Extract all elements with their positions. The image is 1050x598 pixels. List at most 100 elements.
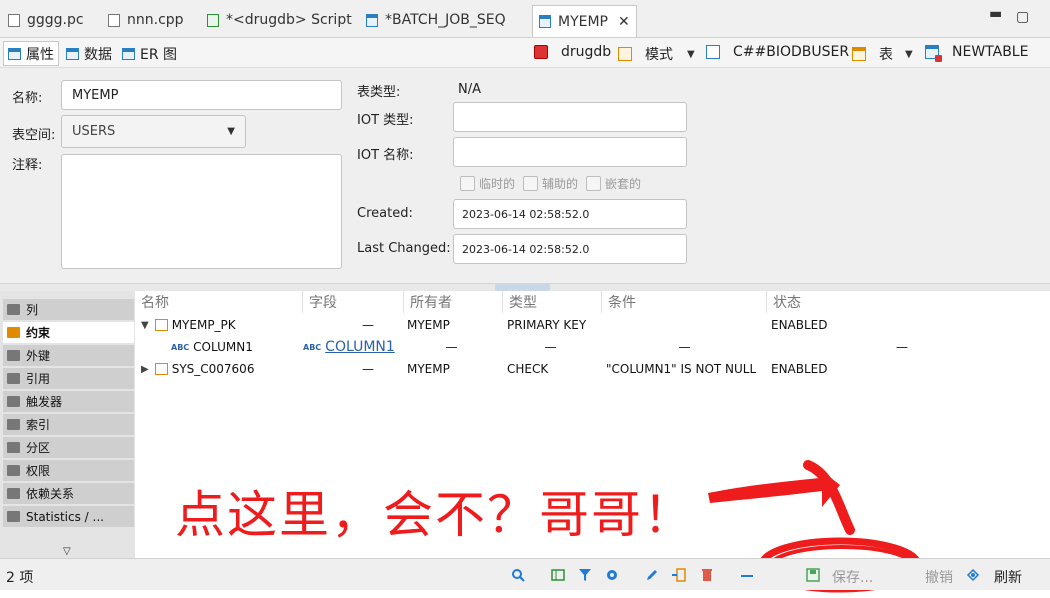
minimize-icon[interactable]: ▬ [989, 6, 1002, 22]
section-nav: 列 约束 外键 引用 触发器 索引 分区 权限 依赖关系 Statistics … [0, 291, 135, 558]
breadcrumb-schema[interactable]: C##BIODBUSER [706, 44, 849, 60]
filter-icon[interactable] [578, 568, 592, 582]
tab-myemp[interactable]: MYEMP ✕ [532, 5, 637, 37]
checkbox-label: 临时的 [479, 177, 516, 191]
gear-icon[interactable] [605, 568, 619, 582]
tablespace-label: 表空间: [12, 128, 56, 143]
refresh-button[interactable]: 刷新 [994, 567, 1022, 587]
save-icon[interactable] [806, 568, 820, 582]
nav-item-triggers[interactable]: 触发器 [3, 391, 134, 412]
folder-icon [7, 488, 20, 499]
temporary-checkbox[interactable]: 临时的 [460, 175, 515, 192]
tab-data[interactable]: 数据 [62, 41, 116, 66]
tab-batch-job-seq[interactable]: *BATCH_JOB_SEQ [366, 8, 506, 32]
nav-more-icon[interactable]: ▽ [63, 546, 71, 557]
table-type-value: N/A [458, 82, 481, 97]
cancel-button[interactable]: 撤销 [925, 567, 953, 587]
row-condition-cell: — [678, 340, 691, 354]
row-owner-cell: — [445, 340, 458, 354]
breadcrumb-schema-folder[interactable]: 模式 ▼ [618, 44, 695, 64]
tab-label: MYEMP [558, 13, 608, 30]
row-name-cell: ▼ MYEMP_PK [141, 314, 236, 336]
editor-sub-toolbar: 属性 数据 ER 图 drugdb 模式 ▼ C##BIODBUSER 表 ▼ … [0, 38, 1050, 68]
tab-er-diagram[interactable]: ER 图 [118, 41, 181, 66]
delete-icon[interactable] [700, 568, 714, 582]
row-name-cell: ▶ SYS_C007606 [141, 358, 254, 380]
name-field[interactable]: MYEMP [61, 80, 342, 110]
schema-name: C##BIODBUSER [733, 44, 850, 60]
nav-item-constraints[interactable]: 约束 [3, 322, 134, 343]
expand-icon[interactable]: ▶ [141, 364, 149, 375]
last-changed-field[interactable]: 2023-06-14 02:58:52.0 [453, 234, 687, 264]
column-link[interactable]: COLUMN1 [325, 339, 395, 355]
nav-item-dependencies[interactable]: 依赖关系 [3, 483, 134, 504]
add-constraint-icon[interactable] [672, 568, 686, 582]
primary-key-icon [154, 319, 168, 331]
tab-drugdb-script[interactable]: *<drugdb> Script [207, 8, 352, 32]
new-table-icon [925, 45, 942, 62]
expand-icon[interactable]: ▼ [141, 320, 149, 331]
edit-icon[interactable] [645, 568, 659, 582]
col-header-status[interactable]: 状态 [767, 291, 1050, 313]
secondary-checkbox[interactable]: 辅助的 [523, 175, 578, 192]
nav-label: 权限 [26, 464, 51, 478]
table-name: NEWTABLE [952, 44, 1029, 60]
search-icon[interactable] [511, 568, 525, 582]
last-changed-label: Last Changed: [357, 241, 451, 256]
chevron-down-icon[interactable]: ▼ [687, 49, 695, 60]
collapse-icon[interactable] [740, 568, 754, 582]
database-icon [534, 45, 548, 59]
save-button[interactable]: 保存... [832, 567, 873, 587]
col-header-type[interactable]: 类型 [503, 291, 602, 313]
tab-label: 属性 [26, 46, 54, 63]
er-diagram-icon [122, 47, 135, 60]
chevron-down-icon[interactable]: ▼ [905, 49, 913, 60]
schema-icon [706, 45, 720, 59]
col-header-owner[interactable]: 所有者 [404, 291, 503, 313]
table-row[interactable]: ABC COLUMN1 ABC COLUMN1 — — — — [135, 336, 1050, 358]
tab-properties[interactable]: 属性 [3, 41, 59, 66]
col-header-condition[interactable]: 条件 [602, 291, 767, 313]
refresh-icon[interactable] [966, 568, 980, 582]
maximize-icon[interactable]: ▢ [1016, 9, 1029, 25]
col-header-name[interactable]: 名称 [135, 291, 303, 313]
nav-item-statistics[interactable]: Statistics / ... [3, 506, 134, 527]
checkbox-box [523, 176, 538, 191]
nav-label: 触发器 [26, 395, 63, 409]
script-icon [207, 13, 219, 27]
comment-field[interactable] [61, 154, 342, 269]
row-status-cell: ENABLED [771, 362, 828, 376]
iot-type-field[interactable] [453, 102, 687, 132]
close-icon[interactable]: ✕ [618, 14, 630, 30]
tab-nnn-cpp[interactable]: nnn.cpp [108, 8, 184, 32]
table-row[interactable]: ▼ MYEMP_PK — MYEMP PRIMARY KEY ENABLED [135, 314, 1050, 336]
splitter-handle[interactable] [495, 284, 550, 291]
iot-name-field[interactable] [453, 137, 687, 167]
created-value: 2023-06-14 02:58:52.0 [462, 207, 590, 221]
panel-splitter[interactable] [0, 283, 1050, 291]
breadcrumb-table[interactable]: NEWTABLE [925, 44, 1029, 62]
tab-gggg-pc[interactable]: gggg.pc [8, 8, 84, 32]
comment-label: 注释: [12, 158, 43, 173]
nav-item-privileges[interactable]: 权限 [3, 460, 134, 481]
nav-label: 索引 [26, 418, 51, 432]
nav-label: 依赖关系 [26, 487, 75, 501]
table-row[interactable]: ▶ SYS_C007606 — MYEMP CHECK "COLUMN1" IS… [135, 358, 1050, 380]
columns-icon[interactable] [551, 568, 565, 582]
nav-item-indexes[interactable]: 索引 [3, 414, 134, 435]
info-icon [7, 511, 20, 522]
breadcrumb-tables[interactable]: 表 ▼ [852, 44, 913, 64]
breadcrumb-database[interactable]: drugdb [534, 44, 611, 60]
nav-item-partitions[interactable]: 分区 [3, 437, 134, 458]
nav-item-columns[interactable]: 列 [3, 299, 134, 320]
col-header-field[interactable]: 字段 [303, 291, 404, 313]
key-icon [7, 465, 20, 476]
column-type-icon: ABC [303, 342, 322, 352]
tablespace-select[interactable]: USERS ▼ [61, 115, 246, 148]
nested-checkbox[interactable]: 嵌套的 [586, 175, 641, 192]
nav-item-foreign-keys[interactable]: 外键 [3, 345, 134, 366]
nav-item-references[interactable]: 引用 [3, 368, 134, 389]
created-field[interactable]: 2023-06-14 02:58:52.0 [453, 199, 687, 229]
schema-folder-icon [618, 47, 632, 61]
row-owner-cell: MYEMP [407, 362, 450, 376]
